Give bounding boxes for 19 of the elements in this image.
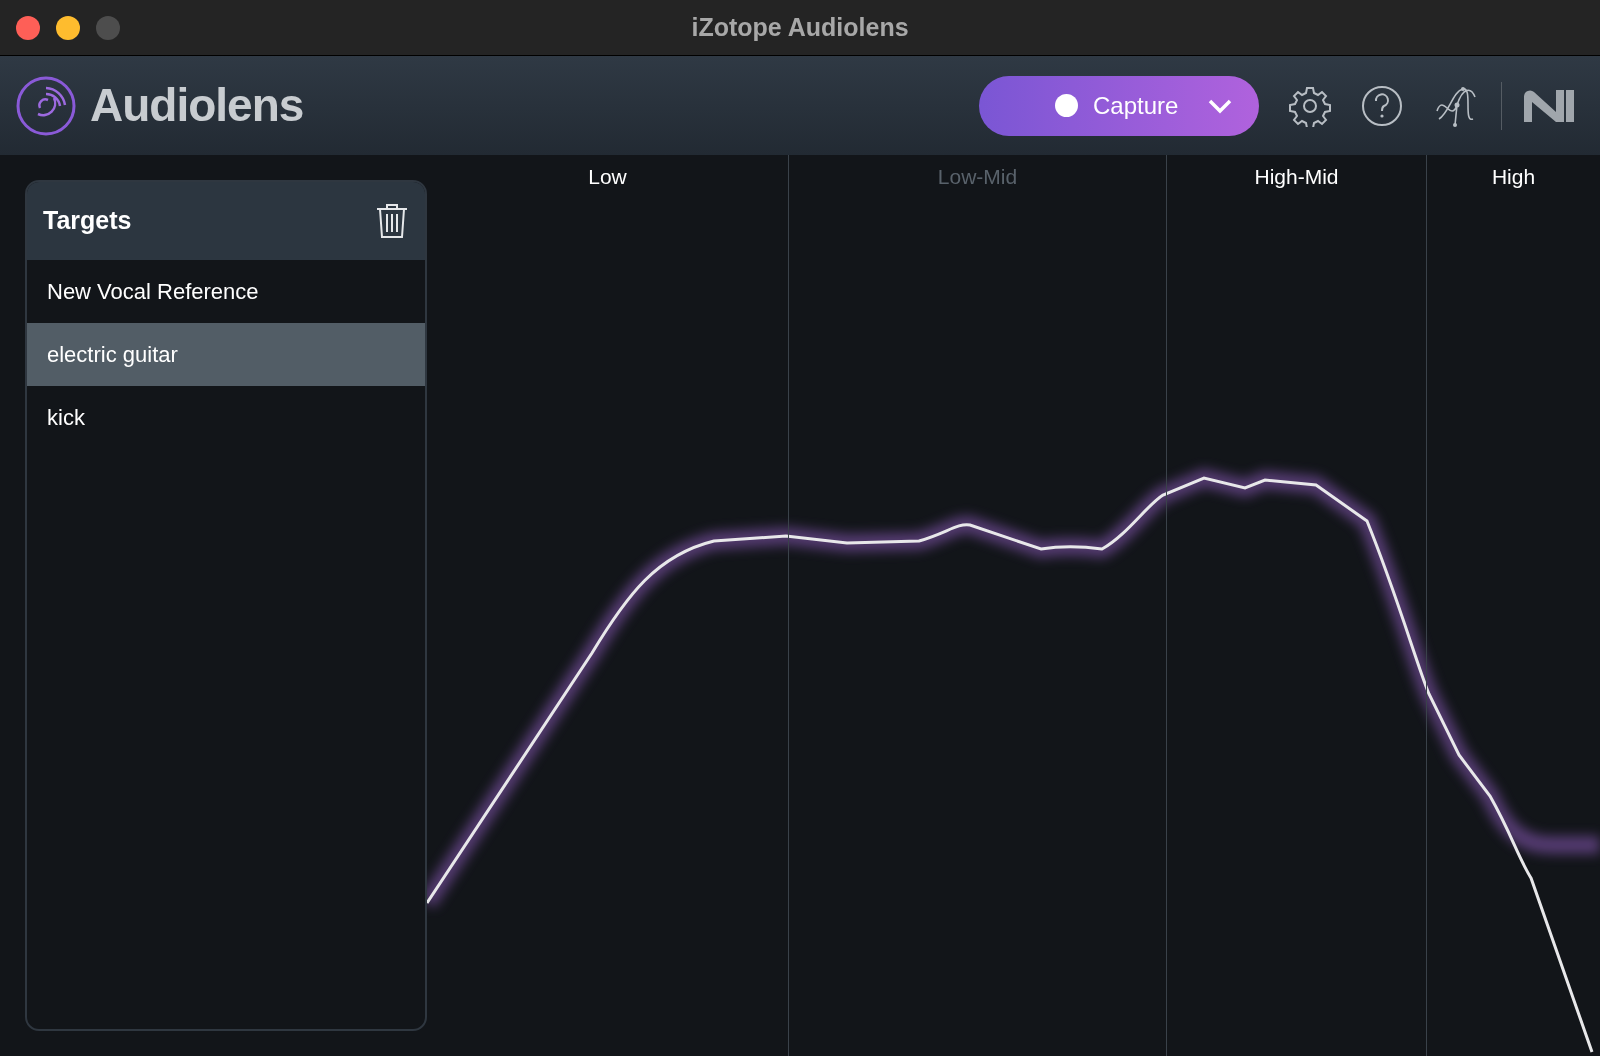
caret-icon [1207,97,1233,114]
band-label[interactable]: High-Mid [1254,161,1339,187]
help-icon[interactable] [1361,84,1403,127]
settings-icon[interactable] [1289,84,1331,127]
trash-icon[interactable] [375,203,409,239]
app-name: Audiolens [90,78,304,133]
target-item[interactable]: New Vocal Reference [27,260,425,323]
logo-icon [16,75,76,136]
brand-logo-icon [1524,89,1574,122]
minimize-button[interactable] [56,16,80,40]
band-label[interactable]: High [1491,161,1536,187]
capture-button[interactable]: Capture [979,75,1259,136]
panel-title: Targets [43,205,132,237]
window-title: iZotope Audiolens [691,11,909,43]
target-item[interactable]: electric guitar [27,323,425,386]
band-label[interactable]: Low [588,161,627,187]
record-dot-icon [1055,94,1078,117]
target-item[interactable]: kick [27,386,425,449]
close-button[interactable] [16,16,40,40]
